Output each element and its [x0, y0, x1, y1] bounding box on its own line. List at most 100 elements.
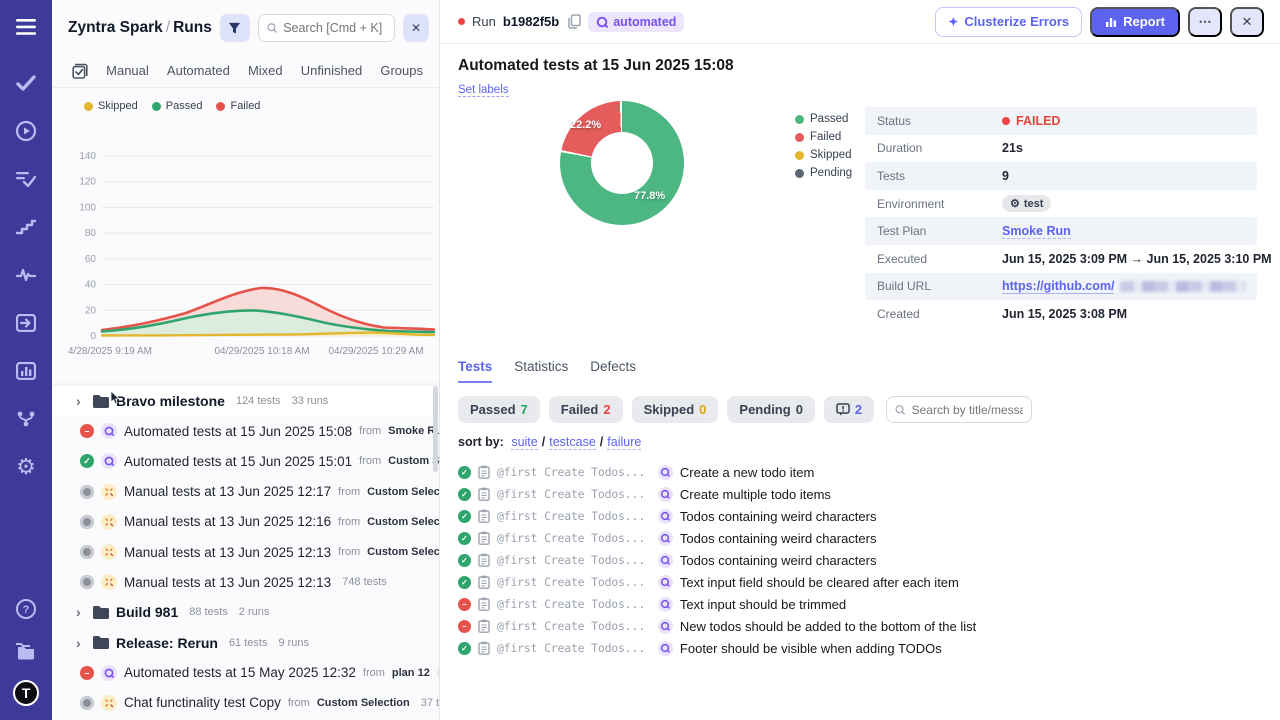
clipboard-icon — [478, 487, 490, 501]
branches-icon[interactable] — [13, 406, 39, 432]
chevron-right-icon[interactable]: › — [76, 393, 86, 409]
scrollbar-thumb[interactable] — [433, 386, 438, 472]
report-button[interactable]: Report — [1090, 7, 1180, 37]
steps-icon[interactable] — [13, 214, 39, 240]
skipped-filter-chip[interactable]: Skipped0 — [632, 396, 719, 423]
runs-search[interactable] — [258, 14, 395, 42]
suite-label: @first Create Todos... — [497, 641, 645, 655]
test-row[interactable]: – @first Create Todos... Text input shou… — [458, 593, 1262, 615]
filter-button[interactable] — [220, 14, 250, 42]
build-url-link[interactable]: https://github.com/ — [1002, 279, 1114, 294]
set-labels-link[interactable]: Set labels — [458, 84, 509, 97]
run-group-row[interactable]: › Build 981 88 tests 2 runs — [52, 597, 439, 627]
run-row[interactable]: Manual tests at 13 Jun 2025 12:16 from C… — [52, 507, 439, 537]
analytics-icon[interactable] — [13, 358, 39, 384]
tab-mixed[interactable]: Mixed — [248, 63, 283, 78]
chevron-right-icon[interactable]: › — [76, 635, 86, 651]
chevron-right-icon[interactable]: › — [76, 604, 86, 620]
sort-by-failure[interactable]: failure — [607, 435, 641, 450]
run-group-row[interactable]: › Release: Rerun 61 tests 9 runs — [52, 628, 439, 658]
tests-search[interactable] — [886, 396, 1032, 423]
run-detail-content: Automated tests at 15 Jun 2025 15:08 Set… — [440, 44, 1280, 659]
runs-filter-tabs: Manual Automated Mixed Unfinished Groups — [52, 54, 439, 88]
run-row[interactable]: Manual tests at 13 Jun 2025 12:17 from C… — [52, 477, 439, 507]
clipboard-icon — [478, 553, 490, 567]
automated-badge[interactable]: automated — [588, 12, 684, 32]
sparkles-icon: ✦ — [948, 15, 958, 29]
robot-icon — [658, 465, 673, 480]
test-title: Text input should be trimmed — [680, 597, 846, 612]
menu-icon[interactable] — [13, 14, 39, 40]
settings-gear-icon[interactable]: ⚙ — [13, 454, 39, 480]
suites-list-icon[interactable] — [13, 166, 39, 192]
from-label: from — [288, 697, 310, 709]
test-row[interactable]: ✓ @first Create Todos... Create multiple… — [458, 483, 1262, 505]
import-icon[interactable] — [13, 310, 39, 336]
runs-play-icon[interactable] — [13, 118, 39, 144]
projects-folders-icon[interactable] — [13, 638, 39, 664]
field-label: Executed — [877, 252, 1002, 266]
select-all-icon[interactable] — [72, 63, 88, 79]
tab-statistics[interactable]: Statistics — [514, 359, 568, 383]
group-runs-count: 9 runs — [278, 637, 309, 649]
skipped-dot — [84, 102, 93, 111]
legend-skipped: Skipped — [98, 100, 138, 112]
run-row[interactable]: Manual tests at 13 Jun 2025 12:13 748 te… — [52, 567, 439, 597]
failed-dot — [795, 133, 804, 142]
test-plan-link[interactable]: Smoke Run — [1002, 224, 1071, 239]
run-title: Automated tests at 15 May 2025 12:32 — [124, 665, 356, 680]
test-row[interactable]: ✓ @first Create Todos... Footer should b… — [458, 637, 1262, 659]
run-row[interactable]: Manual tests at 13 Jun 2025 12:13 from C… — [52, 537, 439, 567]
tab-unfinished[interactable]: Unfinished — [301, 63, 362, 78]
pending-dot — [795, 169, 804, 178]
test-title: Create multiple todo items — [680, 487, 831, 502]
tab-manual[interactable]: Manual — [106, 63, 149, 78]
run-status-dot — [458, 18, 465, 25]
svg-text:80: 80 — [85, 228, 97, 239]
test-row[interactable]: ✓ @first Create Todos... Create a new to… — [458, 461, 1262, 483]
comments-filter-chip[interactable]: 2 — [824, 396, 874, 423]
run-group-row[interactable]: › Bravo milestone 124 tests 33 runs — [52, 386, 439, 416]
test-row[interactable]: ✓ @first Create Todos... Todos containin… — [458, 527, 1262, 549]
tab-groups[interactable]: Groups — [380, 63, 423, 78]
close-runs-panel-button[interactable]: ✕ — [403, 14, 429, 42]
run-row[interactable]: ✓ Automated tests at 15 Jun 2025 15:01 f… — [52, 446, 439, 476]
failed-filter-chip[interactable]: Failed2 — [549, 396, 623, 423]
tab-defects[interactable]: Defects — [590, 359, 636, 383]
run-row[interactable]: Chat functinality test Copy from Custom … — [52, 688, 439, 718]
app-logo[interactable]: T — [13, 680, 39, 706]
copy-icon[interactable] — [568, 14, 581, 29]
tasks-check-icon[interactable] — [13, 70, 39, 96]
clusterize-errors-button[interactable]: ✦ Clusterize Errors — [935, 7, 1082, 37]
donut-chart: 22.2% 77.8% — [560, 101, 684, 225]
sort-by-testcase[interactable]: testcase — [549, 435, 596, 450]
tests-search-input[interactable] — [912, 403, 1024, 417]
help-icon[interactable]: ? — [13, 596, 39, 622]
sort-by-suite[interactable]: suite — [511, 435, 537, 450]
passed-filter-chip[interactable]: Passed7 — [458, 396, 540, 423]
project-name: Zyntra Spark — [68, 19, 163, 36]
test-row[interactable]: ✓ @first Create Todos... Todos containin… — [458, 505, 1262, 527]
runs-search-input[interactable] — [283, 21, 386, 35]
more-button[interactable]: ⋯ — [1188, 7, 1222, 37]
close-run-button[interactable]: ✕ — [1230, 7, 1264, 37]
test-results-list: ✓ @first Create Todos... Create a new to… — [458, 461, 1262, 659]
test-row[interactable]: ✓ @first Create Todos... Todos containin… — [458, 549, 1262, 571]
field-label: Created — [877, 307, 1002, 321]
tests-count-value: 9 — [1002, 169, 1009, 183]
pulse-icon[interactable] — [13, 262, 39, 288]
pending-filter-chip[interactable]: Pending0 — [727, 396, 815, 423]
clipboard-icon — [478, 641, 490, 655]
run-detail-topbar: Run b1982f5b automated ✦ Clusterize Erro… — [440, 0, 1280, 44]
tab-automated[interactable]: Automated — [167, 63, 230, 78]
test-title: Todos containing weird characters — [680, 553, 877, 568]
automated-run-icon — [101, 423, 117, 439]
breadcrumb: Zyntra Spark/Runs — [68, 19, 212, 37]
run-row[interactable]: – Automated tests at 15 May 2025 12:32 f… — [52, 658, 439, 688]
run-source: Custom Selection — [388, 455, 439, 467]
test-row[interactable]: ✓ @first Create Todos... Text input fiel… — [458, 571, 1262, 593]
from-label: from — [338, 516, 360, 528]
test-row[interactable]: – @first Create Todos... New todos shoul… — [458, 615, 1262, 637]
tab-tests[interactable]: Tests — [458, 359, 492, 383]
run-row[interactable]: – Automated tests at 15 Jun 2025 15:08 f… — [52, 416, 439, 446]
